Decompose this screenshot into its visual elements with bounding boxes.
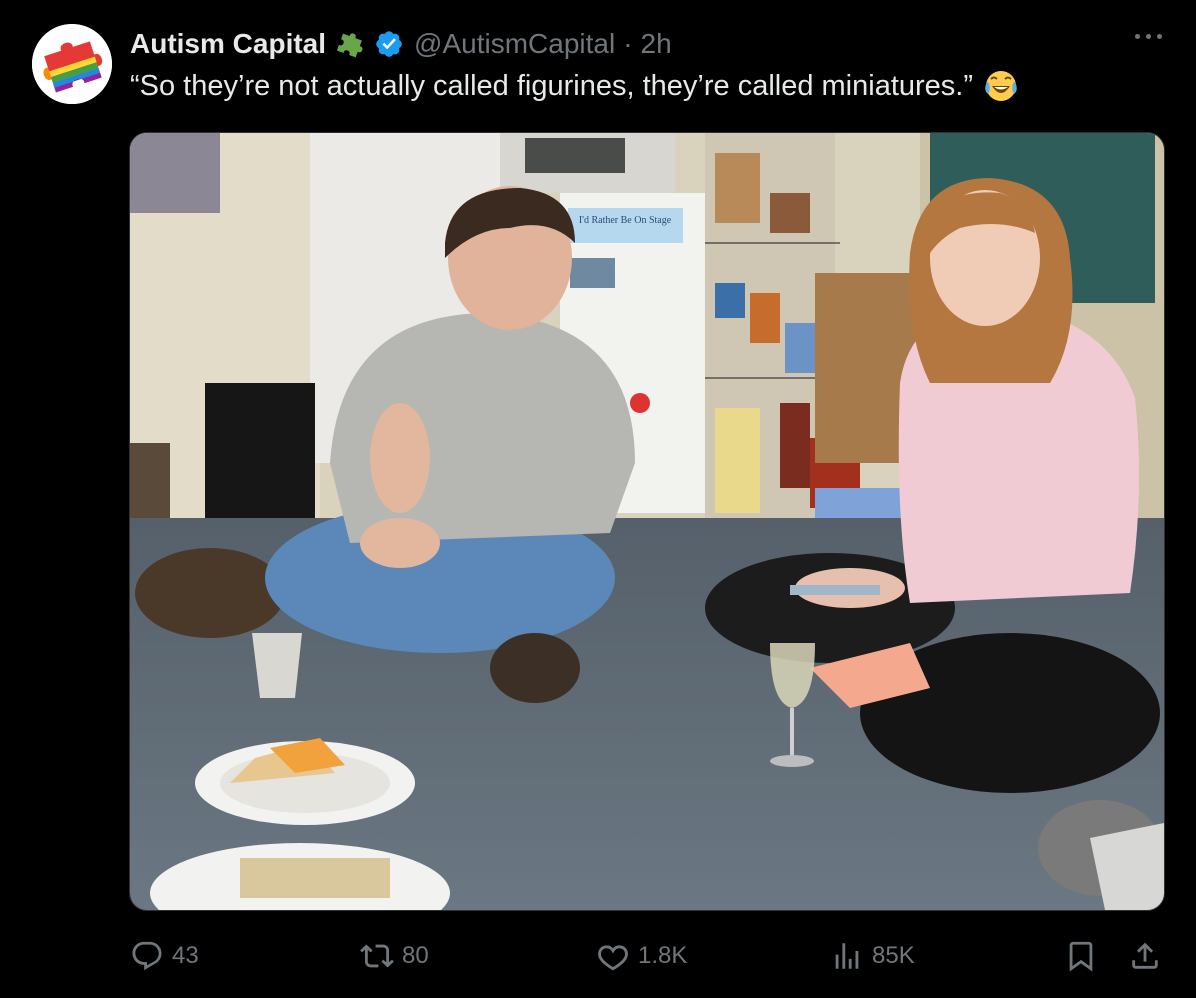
views-button[interactable]: 85K [830, 934, 915, 978]
bookmark-icon [1069, 941, 1093, 972]
more-icon[interactable] [1135, 26, 1162, 47]
repost-count: 80 [402, 942, 429, 969]
laughing-emoji-icon [983, 68, 1019, 104]
tweet-header: Autism Capital @AutismCapital · 2h [130, 26, 672, 62]
reply-icon [132, 941, 162, 971]
photo-illustration: I'd Rather Be On Stage [130, 133, 1164, 910]
like-count: 1.8K [638, 942, 688, 969]
puzzle-icon [336, 29, 366, 59]
repost-button[interactable]: 80 [360, 934, 429, 978]
avatar[interactable] [32, 24, 112, 104]
timestamp[interactable]: 2h [641, 28, 672, 60]
like-icon [598, 945, 628, 971]
reply-button[interactable]: 43 [130, 934, 199, 978]
separator-dot: · [623, 28, 633, 59]
action-bar: 43 80 1.8K 85K [130, 934, 1164, 978]
like-button[interactable]: 1.8K [596, 934, 687, 978]
share-icon [1132, 942, 1158, 969]
rainbow-puzzle-logo [32, 24, 112, 104]
repost-icon [360, 944, 394, 968]
views-icon [835, 943, 859, 969]
verified-icon[interactable] [374, 29, 404, 59]
reply-count: 43 [172, 942, 199, 969]
author-name[interactable]: Autism Capital [130, 28, 326, 60]
tweet-text: “So they’re not actually called figurine… [130, 68, 1019, 104]
bookmark-button[interactable] [1064, 934, 1098, 978]
tweet-media-photo[interactable]: I'd Rather Be On Stage [129, 132, 1165, 911]
share-button[interactable] [1128, 934, 1162, 978]
views-count: 85K [872, 942, 915, 969]
author-handle[interactable]: @AutismCapital [414, 28, 615, 60]
tweet-text-content: “So they’re not actually called figurine… [130, 69, 974, 102]
poster-text: I'd Rather Be On Stage [579, 215, 672, 226]
